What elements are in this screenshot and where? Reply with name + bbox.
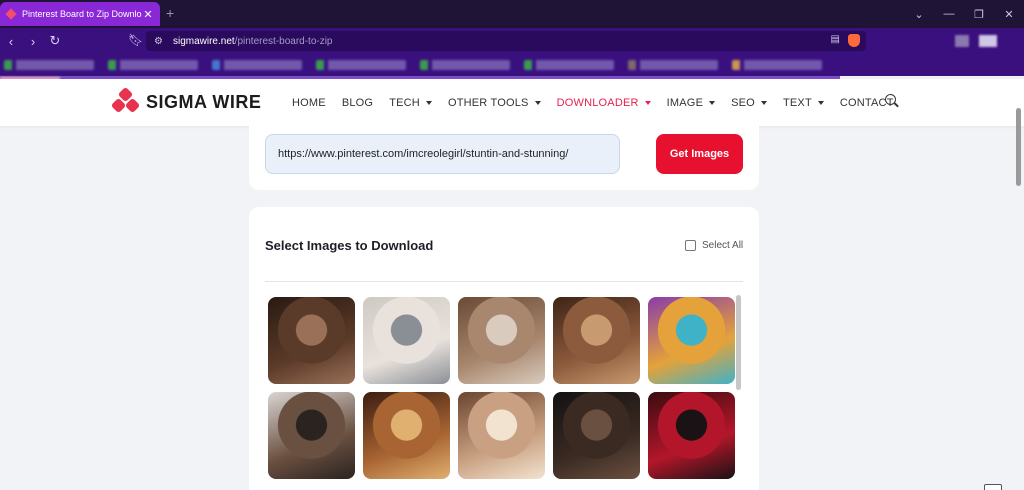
browser-toolbar: ‹ › ↻ 🔖︎ ⚙ sigmawire.net /pinterest-boar…	[0, 28, 1024, 54]
bookmark-item[interactable]	[316, 60, 406, 70]
gallery-scrollbar[interactable]	[736, 295, 741, 390]
nav-label: TECH	[389, 96, 420, 109]
window-controls: ⌄ — ❐ ✕	[904, 0, 1024, 28]
thumbnail-2[interactable]	[363, 297, 450, 384]
nav-text[interactable]: TEXT	[783, 97, 824, 109]
close-window-icon[interactable]: ✕	[994, 8, 1024, 21]
nav-seo[interactable]: SEO	[731, 97, 767, 109]
url-form-card: Get Images	[249, 126, 759, 190]
chevron-down-icon	[760, 100, 767, 105]
bookmark-item[interactable]	[420, 60, 510, 70]
nav-label: HOME	[292, 96, 326, 109]
bookmark-item[interactable]	[628, 60, 718, 70]
brave-shields-icon[interactable]	[848, 34, 860, 47]
url-host: sigmawire.net	[172, 35, 235, 47]
nav-label: SEO	[731, 96, 755, 109]
tab-close-icon[interactable]: ✕	[142, 8, 154, 21]
get-images-button[interactable]: Get Images	[656, 134, 743, 174]
nav-other-tools[interactable]: OTHER TOOLS	[448, 97, 541, 109]
main-nav: HOME BLOG TECH OTHER TOOLS DOWNLOADER IMAGE SE…	[292, 79, 910, 126]
thumbnail-1[interactable]	[268, 297, 355, 384]
chevron-down-icon	[425, 100, 432, 105]
reload-icon[interactable]: ↻	[44, 33, 66, 49]
logo-mark-icon	[110, 86, 141, 116]
divider	[265, 281, 743, 282]
site-header: SIGMA WIRE HOME BLOG TECH OTHER TOOLS DOWNLO…	[0, 79, 1024, 126]
nav-blog[interactable]: BLOG	[342, 97, 373, 109]
thumbnail-8[interactable]	[458, 392, 545, 479]
thumbnail-5[interactable]	[648, 297, 735, 384]
nav-label: TEXT	[782, 96, 812, 109]
bookmark-item[interactable]	[732, 60, 822, 70]
chevron-down-icon	[644, 100, 651, 105]
page-scrollbar-thumb[interactable]	[1016, 108, 1021, 186]
chevron-down-icon	[817, 100, 824, 105]
thumbnail-7[interactable]	[363, 392, 450, 479]
nav-label: IMAGE	[666, 96, 704, 109]
bookmark-icon[interactable]: 🔖︎	[128, 33, 143, 47]
nav-label: BLOG	[341, 96, 374, 109]
site-settings-icon[interactable]: ⚙	[154, 36, 163, 47]
logo-text: SIGMA WIRE	[146, 91, 262, 112]
select-all-label[interactable]: Select All	[702, 240, 743, 251]
reader-mode-icon[interactable]: ▤	[831, 34, 840, 45]
browser-tab[interactable]: Pinterest Board to Zip Download ✕	[0, 2, 160, 26]
bookmark-item[interactable]	[108, 60, 198, 70]
bookmark-item[interactable]	[4, 60, 94, 70]
thumbnail-9[interactable]	[553, 392, 640, 479]
select-all-checkbox[interactable]	[685, 240, 696, 251]
new-tab-icon[interactable]: +	[166, 5, 174, 21]
extensions-area[interactable]	[955, 35, 1015, 47]
browser-tab-bar: Pinterest Board to Zip Download ✕ + ⌄ — …	[0, 0, 1024, 28]
image-selection-card: Select Images to Download Select All	[249, 207, 759, 490]
minimize-icon[interactable]: —	[934, 8, 964, 20]
forward-icon[interactable]: ›	[22, 34, 44, 49]
nav-image[interactable]: IMAGE	[666, 96, 716, 109]
thumbnail-4[interactable]	[553, 297, 640, 384]
bookmarks-bar	[0, 54, 1024, 76]
nav-tech[interactable]: TECH	[389, 97, 432, 109]
bookmark-item[interactable]	[524, 60, 614, 70]
back-icon[interactable]: ‹	[0, 34, 22, 49]
nav-downloader[interactable]: DOWNLOADER	[557, 97, 651, 109]
address-bar[interactable]: ⚙ sigmawire.net /pinterest-board-to-zip …	[146, 31, 866, 51]
search-icon[interactable]	[885, 94, 896, 105]
nav-home[interactable]: HOME	[292, 97, 326, 109]
gallery-title: Select Images to Download	[265, 238, 434, 253]
chevron-down-icon	[709, 100, 716, 105]
chevron-down-icon	[534, 100, 541, 105]
site-logo[interactable]: SIGMA WIRE	[110, 86, 262, 116]
select-all-control[interactable]: Select All	[685, 240, 743, 251]
thumbnail-10[interactable]	[648, 392, 735, 479]
thumbnail-6[interactable]	[268, 392, 355, 479]
tab-title: Pinterest Board to Zip Download	[22, 9, 142, 19]
url-path: /pinterest-board-to-zip	[234, 35, 333, 47]
pinterest-url-input[interactable]	[265, 134, 620, 174]
bookmark-item[interactable]	[212, 60, 302, 70]
thumbnail-3[interactable]	[458, 297, 545, 384]
nav-label: DOWNLOADER	[556, 96, 639, 109]
page-scrollbar[interactable]	[1014, 108, 1022, 490]
site-favicon-icon	[6, 9, 16, 19]
nav-label: OTHER TOOLS	[447, 96, 529, 109]
maximize-icon[interactable]: ❐	[964, 8, 994, 21]
tab-list-chevron-icon[interactable]: ⌄	[904, 8, 934, 21]
corner-widget-icon[interactable]	[984, 484, 1002, 490]
